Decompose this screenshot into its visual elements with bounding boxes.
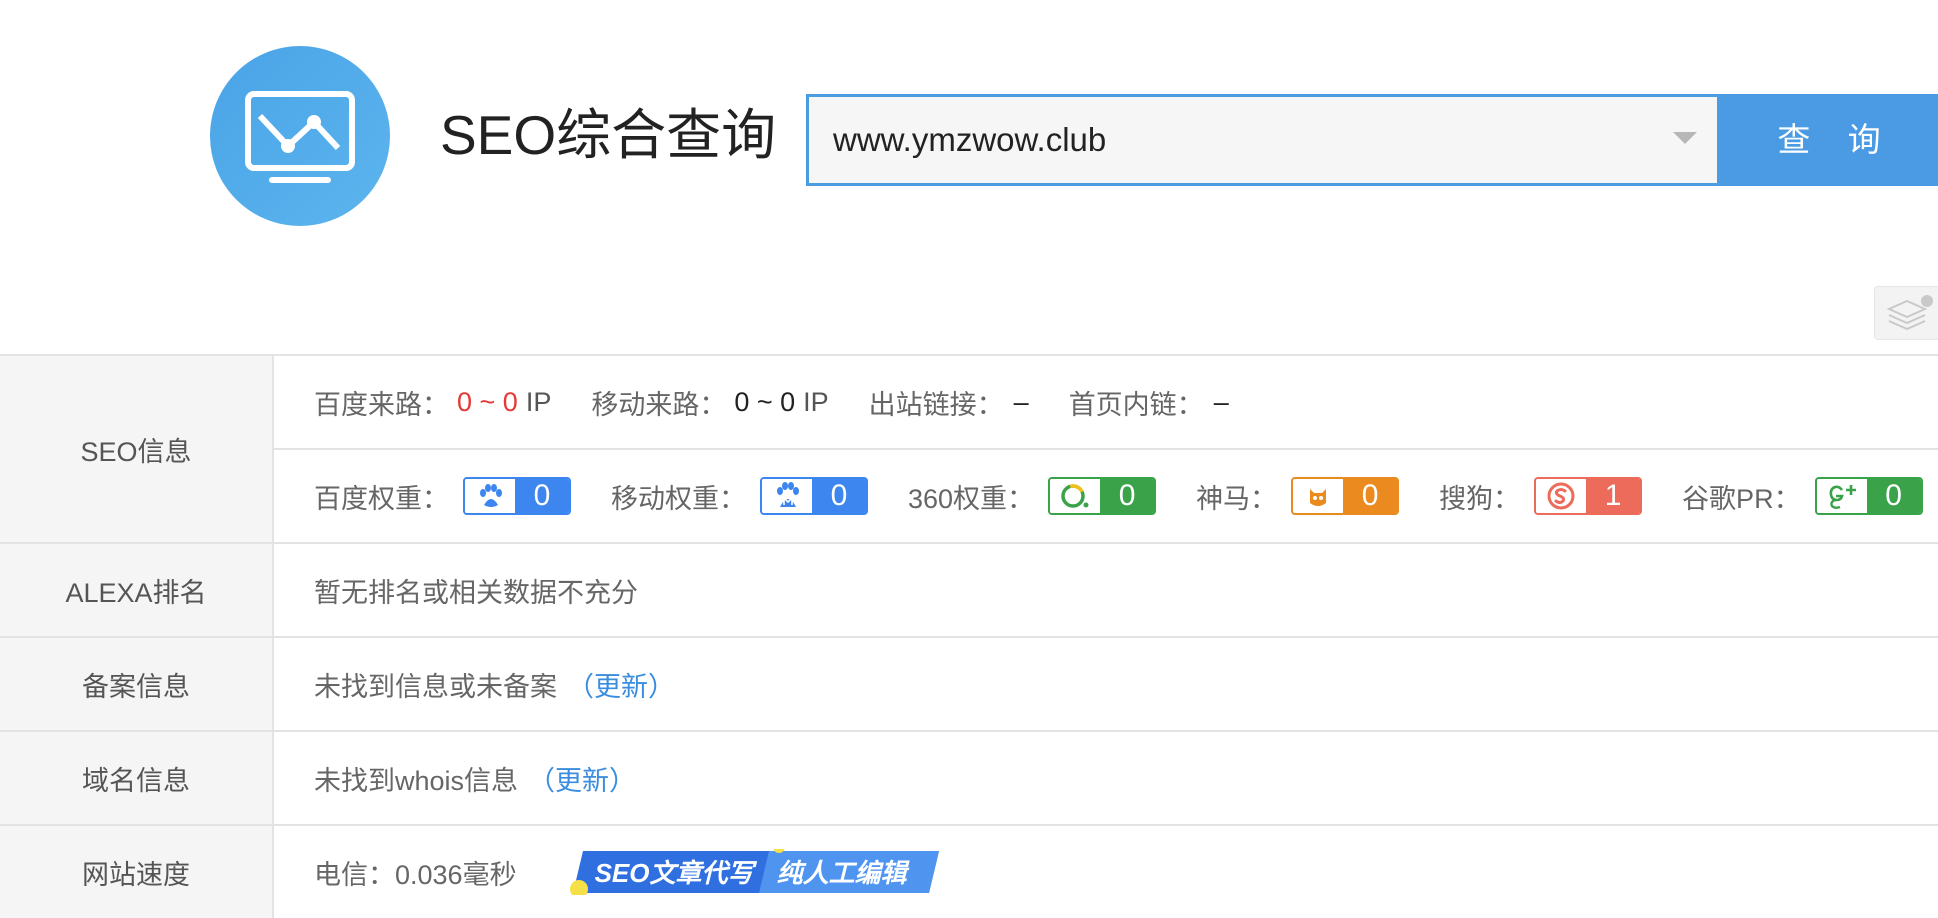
row-label-seo: SEO信息 [0, 356, 274, 542]
alexa-value: 暂无排名或相关数据不充分 [314, 577, 638, 608]
baidu-weight-label: 百度权重： [314, 483, 449, 514]
icp-update-link[interactable]: （更新） [567, 665, 675, 704]
domain-value: 未找到whois信息 [314, 765, 519, 796]
search-box[interactable] [806, 94, 1720, 186]
sogou-weight-value: 1 [1586, 479, 1641, 513]
sogou-weight-badge[interactable]: 1 [1534, 477, 1643, 515]
mobile-weight-value: 0 [812, 479, 866, 513]
baidu-traffic-unit: IP [525, 386, 552, 417]
mobile-traffic-value[interactable]: 0 ~ 0 [734, 387, 795, 418]
site-logo [210, 46, 390, 226]
row-label-speed: 网站速度 [0, 826, 274, 918]
seo-info-row: SEO信息 百度来路： 0 ~ 0 IP 移动来路： 0 ~ 0 IP 出站链接… [0, 356, 1938, 544]
baidu-traffic-value[interactable]: 0 ~ 0 [457, 387, 518, 418]
google-pr-value: 0 [1866, 479, 1921, 513]
layers-icon [1886, 295, 1933, 331]
baidu-traffic-label: 百度来路： [314, 389, 449, 420]
shenma-weight-label: 神马： [1196, 483, 1278, 514]
alexa-row: ALEXA排名 暂无排名或相关数据不充分 [0, 544, 1938, 638]
row-label-domain: 域名信息 [0, 732, 274, 824]
seo-info-table: SEO信息 百度来路： 0 ~ 0 IP 移动来路： 0 ~ 0 IP 出站链接… [0, 354, 1938, 918]
baidu-weight-badge[interactable]: 0 [463, 477, 571, 515]
promo-banner[interactable]: SEO文章代写 纯人工编辑 [569, 849, 949, 895]
page-title: SEO综合查询 [440, 104, 777, 166]
sogou-icon [1547, 482, 1575, 510]
speed-value: 电信：0.036毫秒 [314, 859, 517, 890]
mobile-weight-label: 移动权重： [611, 483, 746, 514]
monitor-chart-icon [245, 91, 355, 183]
row-label-alexa: ALEXA排名 [0, 544, 274, 636]
traffic-line: 百度来路： 0 ~ 0 IP 移动来路： 0 ~ 0 IP 出站链接： – 首页… [274, 356, 1938, 448]
google-pr-label: 谷歌PR： [1682, 483, 1801, 514]
shenma-weight-badge[interactable]: 0 [1291, 477, 1400, 515]
search-input[interactable] [809, 97, 1649, 183]
icp-value: 未找到信息或未备案 [314, 671, 557, 702]
baidu-paw-icon [480, 484, 502, 507]
baidu-mobile-paw-icon [777, 482, 799, 507]
icp-row: 备案信息 未找到信息或未备案 （更新） [0, 638, 1938, 732]
weights-line: 百度权重： 0 移动权重： 0 360权重： 0 神马： 0 搜狗： 1 谷歌P… [274, 448, 1938, 542]
promo-right-text: 纯人工编辑 [776, 858, 907, 888]
so360-icon [1061, 484, 1089, 508]
domain-row: 域名信息 未找到whois信息 （更新） [0, 732, 1938, 826]
homepage-links-value: – [1213, 386, 1229, 417]
so360-weight-badge[interactable]: 0 [1048, 477, 1157, 515]
so360-weight-value: 0 [1100, 479, 1155, 513]
homepage-links-label: 首页内链： [1068, 389, 1204, 420]
so360-weight-label: 360权重： [908, 483, 1035, 514]
shenma-weight-value: 0 [1343, 479, 1398, 513]
promo-left-text: SEO文章代写 [594, 858, 754, 888]
mobile-weight-badge[interactable]: 0 [760, 477, 868, 515]
baidu-weight-value: 0 [515, 479, 569, 513]
speed-row: 网站速度 电信：0.036毫秒 SEO文章代写 纯人工编辑 [0, 826, 1938, 918]
shenma-icon [1310, 489, 1327, 506]
row-label-icp: 备案信息 [0, 638, 274, 730]
mobile-traffic-unit: IP [803, 386, 829, 417]
chevron-down-icon[interactable] [1673, 132, 1697, 144]
side-widget[interactable] [1874, 286, 1938, 340]
outbound-links-value: – [1013, 386, 1029, 417]
sogou-weight-label: 搜狗： [1439, 483, 1521, 514]
query-button[interactable]: 查 询 [1720, 94, 1938, 186]
google-plus-icon [1829, 485, 1856, 509]
domain-update-link[interactable]: （更新） [528, 759, 636, 798]
outbound-links-label: 出站链接： [868, 389, 1004, 420]
google-pr-badge[interactable]: 0 [1814, 477, 1923, 515]
mobile-traffic-label: 移动来路： [591, 389, 727, 420]
